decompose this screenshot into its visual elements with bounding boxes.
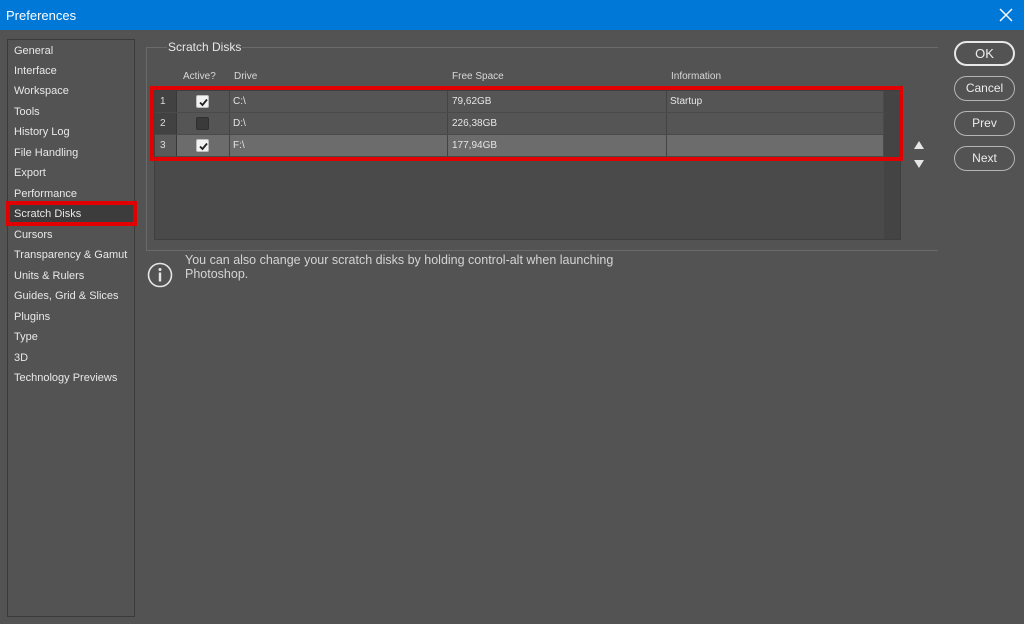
sidebar-item-history-log[interactable]: History Log <box>8 122 134 142</box>
close-icon[interactable] <box>996 5 1016 25</box>
group-border-top <box>146 47 938 48</box>
column-header-information: Information <box>671 71 722 82</box>
drive-cell: C:\ <box>233 96 246 107</box>
triangle-down-icon[interactable] <box>912 158 926 170</box>
active-checkbox[interactable] <box>196 95 209 108</box>
sidebar-item-units-rulers[interactable]: Units & Rulers <box>8 266 134 286</box>
table-row[interactable]: 1 C:\ 79,62GB Startup <box>155 91 883 112</box>
column-separator <box>666 91 667 112</box>
row-index: 3 <box>155 135 177 156</box>
column-separator <box>447 91 448 112</box>
column-separator <box>229 91 230 112</box>
sidebar-item-file-handling[interactable]: File Handling <box>8 143 134 163</box>
table-row[interactable]: 2 D:\ 226,38GB <box>155 113 883 134</box>
drive-cell: D:\ <box>233 118 246 129</box>
sidebar-item-3d[interactable]: 3D <box>8 348 134 368</box>
info-circle-icon <box>147 262 173 288</box>
column-separator <box>447 135 448 156</box>
column-header-free-space: Free Space <box>452 71 504 82</box>
free-space-cell: 226,38GB <box>452 118 498 129</box>
active-checkbox[interactable] <box>196 139 209 152</box>
sidebar-item-plugins[interactable]: Plugins <box>8 307 134 327</box>
sidebar-item-technology-previews[interactable]: Technology Previews <box>8 368 134 388</box>
next-button[interactable]: Next <box>954 146 1015 171</box>
column-separator <box>666 113 667 134</box>
prev-button[interactable]: Prev <box>954 111 1015 136</box>
row-index: 2 <box>155 113 177 134</box>
group-border-bottom <box>146 250 938 251</box>
ok-button[interactable]: OK <box>954 41 1015 66</box>
sidebar-item-workspace[interactable]: Workspace <box>8 81 134 101</box>
title-bar: Preferences <box>0 0 1024 30</box>
sidebar-item-cursors[interactable]: Cursors <box>8 225 134 245</box>
sidebar-item-scratch-disks[interactable]: Scratch Disks <box>8 204 134 224</box>
checkmark-icon <box>199 98 208 107</box>
row-index: 1 <box>155 91 177 112</box>
information-cell: Startup <box>670 96 703 107</box>
preferences-sidebar: General Interface Workspace Tools Histor… <box>7 39 135 617</box>
sidebar-item-interface[interactable]: Interface <box>8 61 134 81</box>
sidebar-item-tools[interactable]: Tools <box>8 102 134 122</box>
sidebar-item-guides-grid-slices[interactable]: Guides, Grid & Slices <box>8 286 134 306</box>
drive-cell: F:\ <box>233 140 245 151</box>
column-separator <box>229 113 230 134</box>
checkmark-icon <box>199 142 208 151</box>
triangle-up-icon[interactable] <box>912 139 926 151</box>
window-title: Preferences <box>6 8 77 23</box>
column-header-active: Active? <box>183 71 216 82</box>
sidebar-item-export[interactable]: Export <box>8 163 134 183</box>
sidebar-item-general[interactable]: General <box>8 41 134 61</box>
cancel-button[interactable]: Cancel <box>954 76 1015 101</box>
table-row[interactable]: 3 F:\ 177,94GB <box>155 135 883 156</box>
sidebar-item-transparency-gamut[interactable]: Transparency & Gamut <box>8 245 134 265</box>
group-border-left <box>146 47 147 251</box>
column-separator <box>666 135 667 156</box>
sidebar-item-performance[interactable]: Performance <box>8 184 134 204</box>
active-checkbox[interactable] <box>196 117 209 130</box>
column-separator <box>447 113 448 134</box>
scratch-disks-group-title: Scratch Disks <box>167 40 243 54</box>
scratch-disks-info-text: You can also change your scratch disks b… <box>185 253 614 281</box>
column-separator <box>229 135 230 156</box>
free-space-cell: 79,62GB <box>452 96 492 107</box>
sidebar-item-type[interactable]: Type <box>8 327 134 347</box>
column-header-drive: Drive <box>234 71 258 82</box>
free-space-cell: 177,94GB <box>452 140 498 151</box>
table-scrollbar[interactable] <box>884 91 900 239</box>
